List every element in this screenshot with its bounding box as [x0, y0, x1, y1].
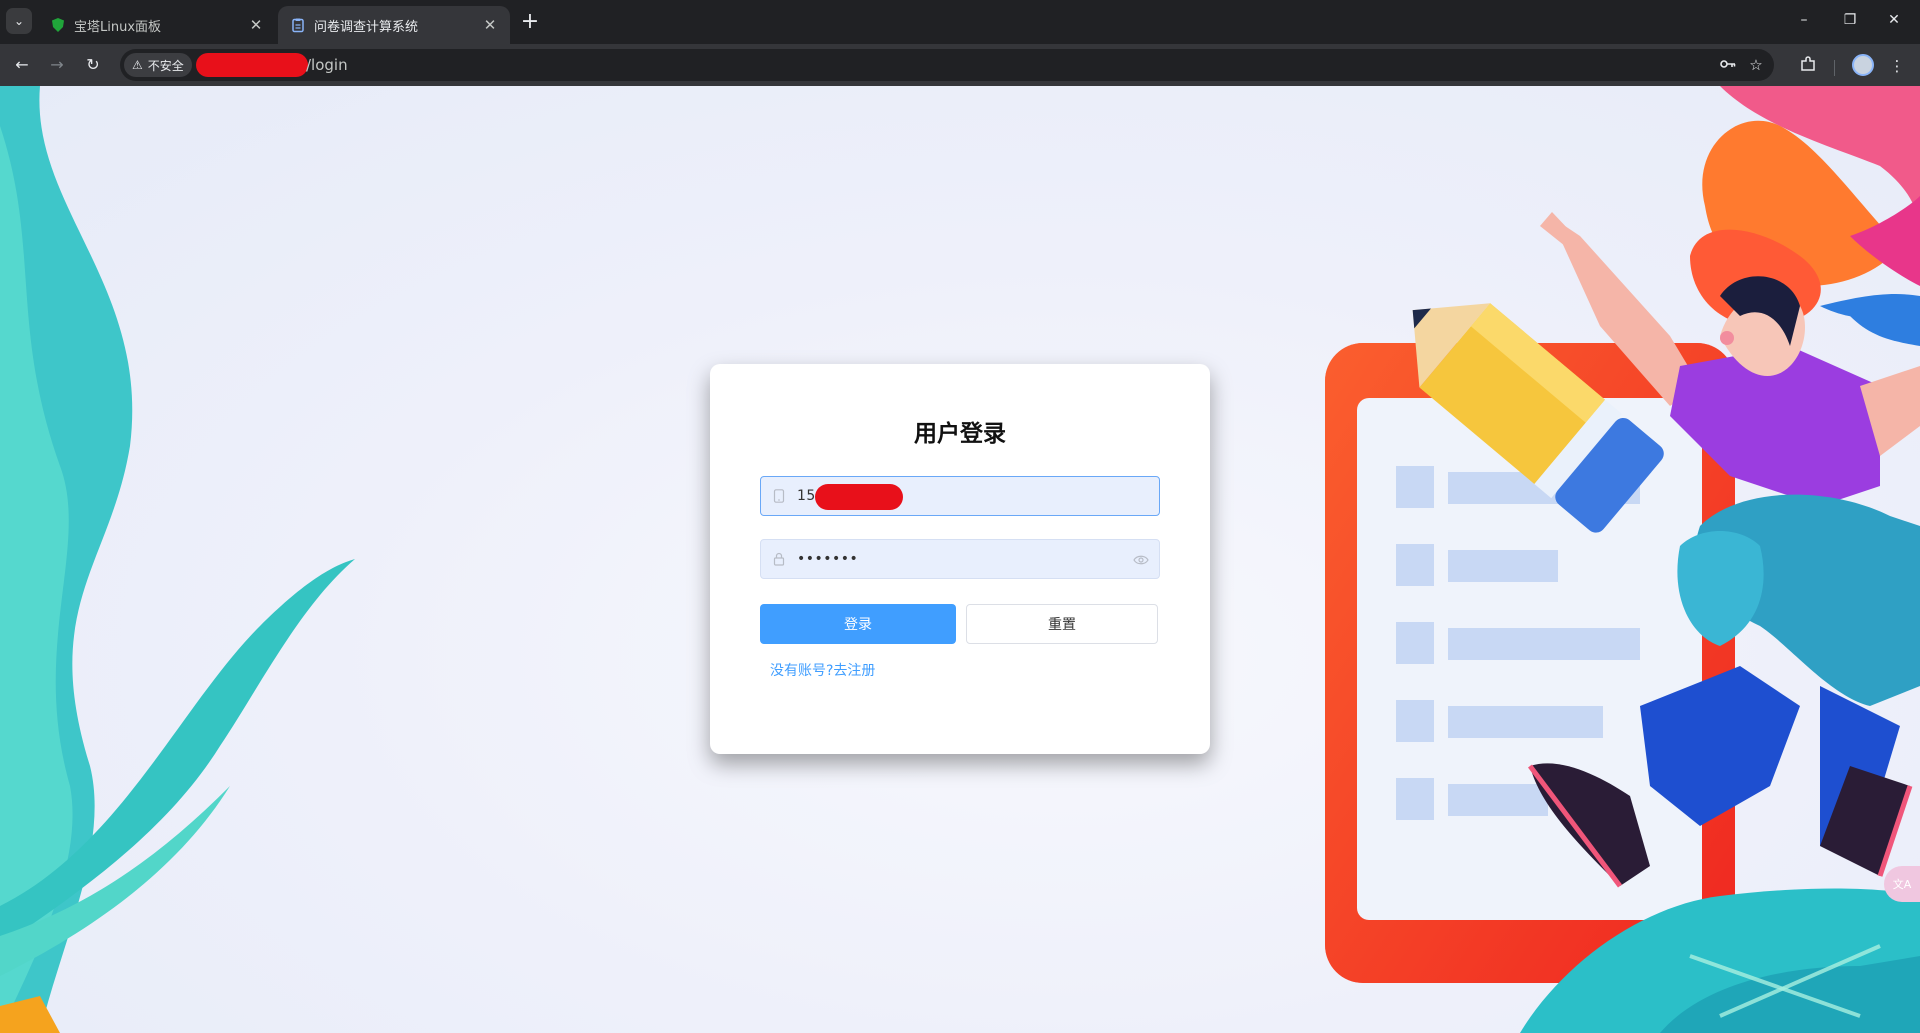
login-card: 用户登录 156 ••••••• 登录 重置 没有账号?去注册 — [710, 364, 1210, 754]
tab-close-icon[interactable]: ✕ — [246, 16, 266, 34]
password-key-icon[interactable] — [1718, 55, 1738, 75]
close-window-button[interactable]: ✕ — [1874, 8, 1914, 32]
login-page: 用户登录 156 ••••••• 登录 重置 没有账号?去注册 文A — [0, 86, 1920, 1033]
forward-icon[interactable]: → — [45, 53, 69, 77]
new-tab-button[interactable]: + — [518, 10, 542, 34]
bookmark-star-icon[interactable]: ☆ — [1746, 55, 1766, 75]
login-title: 用户登录 — [914, 421, 1006, 447]
menu-icon[interactable]: ⋮ — [1886, 55, 1908, 77]
chevron-down-icon: ⌄ — [13, 14, 25, 28]
restore-button[interactable]: ❐ — [1830, 8, 1870, 32]
tab-title: 宝塔Linux面板 — [74, 19, 162, 35]
tab-search-button[interactable]: ⌄ — [6, 8, 32, 34]
username-input[interactable]: 156 — [760, 476, 1160, 516]
password-input[interactable]: ••••••• — [760, 539, 1160, 579]
redaction-mark — [196, 53, 308, 77]
toolbar-divider — [1834, 60, 1835, 76]
password-value: ••••••• — [797, 551, 859, 567]
browser-toolbar: ← → ↻ ⚠ 不安全 /login ☆ ⋮ — [0, 44, 1920, 86]
tab-close-icon[interactable]: ✕ — [480, 16, 500, 34]
redaction-mark — [815, 484, 903, 510]
minimize-button[interactable]: – — [1784, 8, 1824, 32]
tab-title: 问卷调查计算系统 — [314, 19, 419, 35]
tab-baota-panel[interactable]: 宝塔Linux面板 ✕ — [38, 6, 276, 44]
shield-favicon-icon — [52, 18, 64, 32]
translate-icon[interactable]: 文A — [1884, 866, 1920, 902]
address-bar[interactable]: ⚠ 不安全 /login ☆ — [120, 49, 1774, 81]
profile-avatar[interactable] — [1852, 54, 1874, 76]
eye-icon[interactable] — [1133, 552, 1149, 571]
back-icon[interactable]: ← — [10, 53, 34, 77]
lock-icon — [771, 551, 787, 567]
reset-button[interactable]: 重置 — [966, 604, 1158, 644]
register-link[interactable]: 没有账号?去注册 — [770, 660, 875, 680]
reload-icon[interactable]: ↻ — [81, 53, 105, 77]
login-button[interactable]: 登录 — [760, 604, 956, 644]
url-text: /login — [306, 56, 348, 74]
clipboard-favicon-icon — [292, 18, 304, 33]
warning-icon: ⚠ — [132, 58, 143, 72]
browser-tab-strip: ⌄ 宝塔Linux面板 ✕ 问卷调查计算系统 ✕ + – ❐ ✕ — [0, 0, 1920, 44]
security-label: 不安全 — [147, 58, 184, 73]
phone-icon — [771, 488, 787, 504]
security-chip[interactable]: ⚠ 不安全 — [124, 53, 192, 77]
extensions-icon[interactable] — [1797, 55, 1819, 77]
tab-survey-system[interactable]: 问卷调查计算系统 ✕ — [278, 6, 510, 44]
